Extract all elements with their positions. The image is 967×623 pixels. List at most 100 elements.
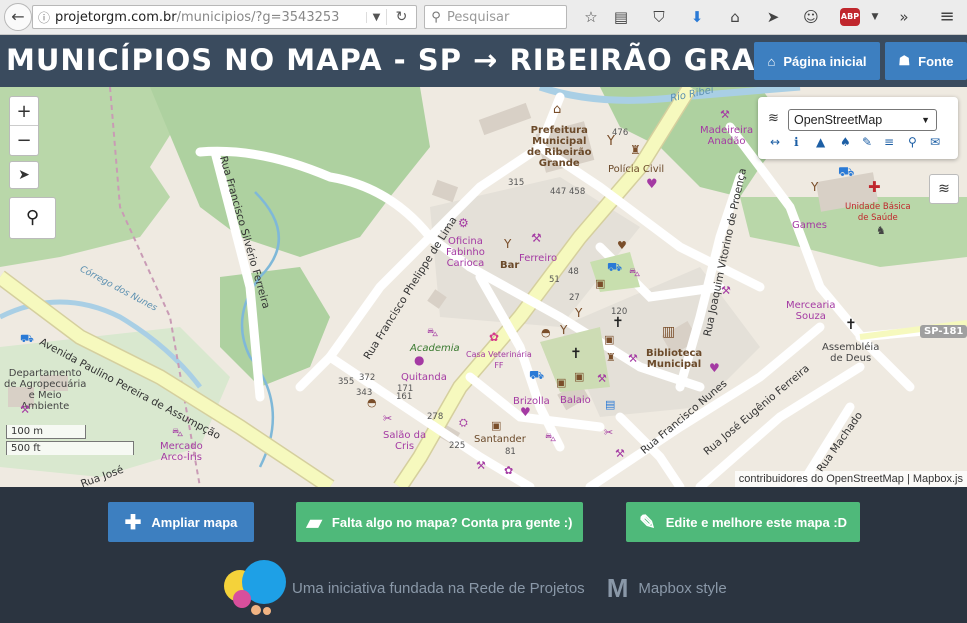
label-mercado[interactable]: Mercado Arco-Íris: [160, 441, 203, 463]
clothes-shop-icon[interactable]: ♥: [709, 362, 720, 374]
atm-icon[interactable]: ▣: [595, 278, 605, 289]
label-games[interactable]: Games: [792, 220, 827, 231]
car-icon[interactable]: ⛟: [838, 166, 854, 179]
info-icon[interactable]: ℹ: [794, 135, 799, 149]
hardware-icon[interactable]: ⚒: [476, 460, 486, 471]
hairdresser-icon[interactable]: ✂: [604, 427, 613, 438]
library-icon[interactable]: ▥: [662, 325, 675, 339]
locate-button[interactable]: ➤: [9, 161, 39, 189]
shopping-cart-icon[interactable]: ⛍: [629, 267, 640, 278]
magnify-icon[interactable]: ⚲: [908, 135, 917, 149]
home-icon[interactable]: ⌂: [724, 6, 746, 28]
initiative-text[interactable]: Uma iniciativa fundada na Rede de Projet…: [292, 580, 585, 597]
label-brizolla[interactable]: Brizolla: [513, 396, 550, 407]
atm-icon[interactable]: ▣: [556, 377, 566, 388]
reload-icon[interactable]: ↻: [386, 9, 416, 25]
hardware-icon[interactable]: ⚒: [531, 232, 542, 244]
adblock-dropdown-icon[interactable]: ▼: [864, 6, 886, 28]
url-dropdown-icon[interactable]: ▼: [366, 11, 386, 23]
overflow-icon[interactable]: »: [893, 6, 915, 28]
terrain-icon[interactable]: ▲: [816, 135, 825, 149]
cafe-icon[interactable]: ♥: [617, 240, 627, 251]
clothes-shop-icon[interactable]: ♥: [646, 178, 658, 191]
shop-icon[interactable]: ⚒: [628, 353, 638, 364]
label-oficina[interactable]: Oficina Fabinho Carioca: [446, 236, 485, 269]
label-quitanda[interactable]: Quitanda: [401, 372, 447, 383]
zoom-in-button[interactable]: +: [10, 97, 38, 126]
label-prefeitura[interactable]: Prefeitura Municipal de Ribeirão Grande: [527, 125, 591, 169]
police-icon[interactable]: ♜: [606, 352, 616, 363]
gift-icon[interactable]: ⛭: [459, 417, 468, 428]
map-attribution[interactable]: contribuidores do OpenStreetMap | Mapbox…: [734, 471, 967, 487]
mapbox-logo-icon[interactable]: M: [607, 573, 629, 604]
shop-icon[interactable]: ⚒: [721, 285, 731, 296]
reader-list-icon[interactable]: ▤: [610, 6, 632, 28]
measure-icon[interactable]: ↔: [770, 135, 780, 149]
bar-icon[interactable]: Y: [575, 307, 582, 319]
church-icon[interactable]: ✝: [570, 347, 582, 361]
label-mercearia[interactable]: Mercearia Souza: [786, 300, 835, 322]
shopping-cart-icon[interactable]: ⛍: [427, 327, 438, 338]
hairdresser-icon[interactable]: ✂: [383, 413, 392, 424]
shopping-cart-icon[interactable]: ⛍: [545, 432, 556, 443]
back-button[interactable]: ←: [4, 3, 32, 31]
label-balaio[interactable]: Balaio: [560, 395, 591, 406]
send-icon[interactable]: ➤: [762, 6, 784, 28]
shopping-cart-icon[interactable]: ⛍: [172, 427, 183, 438]
search-bar[interactable]: ⚲ Pesquisar: [424, 5, 567, 29]
download-icon[interactable]: ⬇: [686, 6, 708, 28]
edit-map-button[interactable]: ✎ Edite e melhore este mapa :D: [626, 502, 860, 542]
church-icon[interactable]: ✝: [845, 318, 857, 332]
zoom-out-button[interactable]: −: [10, 126, 38, 155]
pocket-icon[interactable]: ⛉: [648, 6, 670, 28]
church-icon[interactable]: ✝: [612, 316, 624, 330]
police-icon[interactable]: ♜: [630, 144, 641, 156]
label-assembleia[interactable]: Assembléia de Deus: [822, 342, 879, 364]
map-view[interactable]: Prefeitura Municipal de Ribeirão Grande Pol…: [0, 87, 967, 487]
hospital-icon[interactable]: ✚: [868, 180, 881, 195]
car-icon[interactable]: ⛟: [607, 261, 622, 273]
label-policia[interactable]: Polícia Civil: [608, 164, 664, 175]
clothes-shop-icon[interactable]: ♥: [520, 406, 531, 418]
expand-map-button[interactable]: ✚ Ampliar mapa: [108, 502, 254, 542]
vet-icon[interactable]: ✿: [489, 331, 499, 343]
atm-icon[interactable]: ▣: [491, 420, 501, 431]
bus-stop-icon[interactable]: ⛟: [20, 333, 34, 344]
chat-icon[interactable]: ☺: [800, 6, 822, 28]
label-departamento[interactable]: Departamento de Agropecuária e Meio Ambient…: [4, 368, 86, 412]
comment-icon[interactable]: ✉: [930, 135, 940, 149]
bar-icon[interactable]: Y: [560, 324, 567, 336]
car-repair-icon[interactable]: ⚙: [458, 217, 469, 229]
hardware-icon[interactable]: ⚒: [597, 373, 607, 384]
map-search-button[interactable]: ⚲: [9, 197, 56, 239]
adblock-icon[interactable]: ABP: [840, 8, 860, 26]
shop-icon[interactable]: ⚒: [720, 109, 730, 120]
fastfood-icon[interactable]: ◓: [541, 327, 551, 338]
menu-icon[interactable]: ≡: [936, 6, 958, 28]
rede-de-projetos-logo[interactable]: [222, 558, 288, 618]
list-icon[interactable]: ≡: [884, 135, 894, 149]
basemap-select[interactable]: OpenStreetMap ▼: [788, 109, 937, 131]
fastfood-icon[interactable]: ◓: [367, 397, 377, 408]
label-bar[interactable]: Bar: [500, 260, 519, 271]
label-madeireira[interactable]: Madeireira Anadão: [700, 125, 753, 147]
label-biblioteca[interactable]: Biblioteca Municipal: [646, 348, 702, 370]
grocery-icon[interactable]: ●: [414, 354, 424, 366]
label-unidade-basica[interactable]: Unidade Básica de Saúde: [845, 202, 911, 224]
feedback-button[interactable]: ▰ Falta algo no mapa? Conta pra gente :): [296, 502, 583, 542]
source-button[interactable]: ☗ Fonte: [885, 42, 967, 80]
bar-icon[interactable]: Y: [607, 135, 615, 148]
bar-icon[interactable]: Y: [504, 238, 511, 250]
dog-icon[interactable]: ♞: [876, 225, 886, 236]
label-casa-veterinaria[interactable]: Casa Veterinária FF: [466, 349, 532, 371]
shop-icon[interactable]: ⚒: [20, 404, 30, 415]
label-santander[interactable]: Santander: [474, 434, 526, 445]
bar-icon[interactable]: Y: [811, 181, 818, 193]
car-icon[interactable]: ⛟: [529, 369, 544, 381]
mapbox-style-text[interactable]: Mapbox style: [638, 580, 726, 597]
label-salao[interactable]: Salão da Cris: [383, 430, 426, 452]
townhall-icon[interactable]: ⌂: [553, 103, 561, 116]
url-bar[interactable]: ⓘ projetorgm.com.br/municipios/?g=354325…: [32, 5, 417, 29]
home-page-button[interactable]: ⌂ Página inicial: [754, 42, 880, 80]
pet-shop-icon[interactable]: ✿: [504, 465, 513, 476]
